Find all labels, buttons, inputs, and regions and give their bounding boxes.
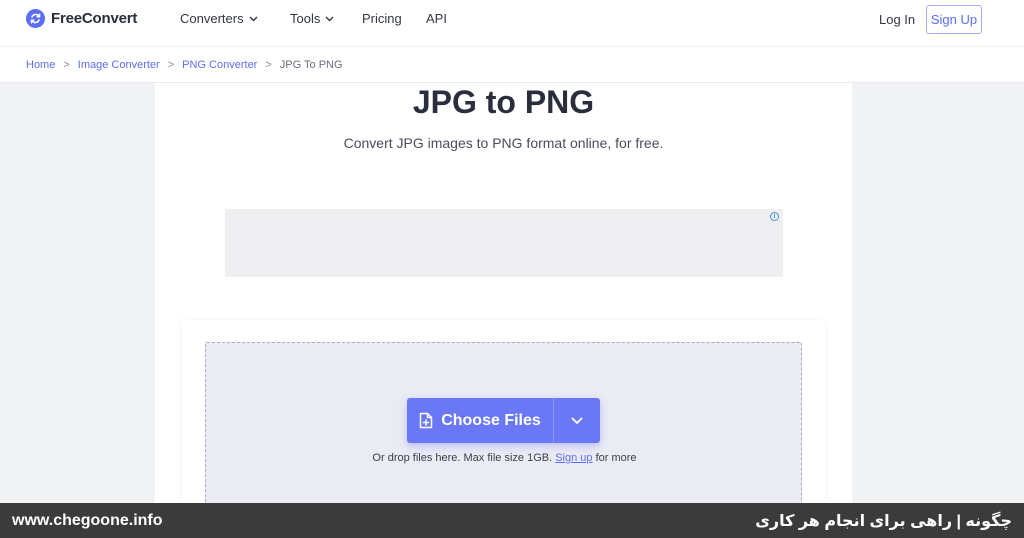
brand-logo[interactable]: FreeConvert xyxy=(26,9,137,28)
chevron-down-icon xyxy=(249,16,258,21)
page-title: JPG to PNG xyxy=(412,84,595,120)
breadcrumb-separator: > xyxy=(63,58,70,71)
drop-hint-suffix: for more xyxy=(595,452,637,464)
breadcrumb-separator: > xyxy=(167,58,175,71)
nav-pricing[interactable]: Pricing xyxy=(362,11,402,26)
nav-api-label: API xyxy=(426,11,447,26)
watermark-site: www.chegoone.info xyxy=(12,511,163,529)
watermark-banner: www.chegoone.info چگونه | راهی برای انجا… xyxy=(0,503,1024,538)
nav-converters[interactable]: Converters xyxy=(180,11,258,26)
login-link[interactable]: Log In xyxy=(879,12,915,27)
breadcrumb: Home > Image Converter > PNG Converter >… xyxy=(0,47,1024,83)
ad-info-icon[interactable]: i xyxy=(770,212,779,221)
nav-tools[interactable]: Tools xyxy=(290,11,334,26)
breadcrumb-home[interactable]: Home xyxy=(26,59,55,71)
brand-name: FreeConvert xyxy=(51,10,138,27)
drop-hint-text: Or drop files here. Max file size 1GB. xyxy=(372,452,553,464)
drop-hint: Or drop files here. Max file size 1GB. S… xyxy=(206,452,803,464)
signup-link[interactable]: Sign up xyxy=(555,452,592,464)
nav-pricing-label: Pricing xyxy=(362,11,402,26)
nav-tools-label: Tools xyxy=(290,11,321,26)
chevron-down-icon xyxy=(325,16,334,21)
breadcrumb-image-converter[interactable]: Image Converter xyxy=(78,59,160,71)
chevron-down-icon xyxy=(571,417,583,424)
upload-panel: Choose Files Or drop files here. Max fil… xyxy=(182,320,825,507)
converter-card: JPG to PNG Convert JPG images to PNG for… xyxy=(155,83,852,507)
nav-api[interactable]: API xyxy=(426,11,447,26)
top-navigation: FreeConvert Converters Tools Pricing API… xyxy=(0,0,1024,47)
watermark-tagline: چگونه | راهی برای انجام هر کاری xyxy=(755,512,1012,530)
choose-files-button[interactable]: Choose Files xyxy=(407,398,553,443)
ad-slot: i xyxy=(225,209,783,277)
breadcrumb-current: JPG To PNG xyxy=(279,58,343,71)
choose-files-group: Choose Files xyxy=(407,398,600,443)
upload-source-dropdown[interactable] xyxy=(554,398,600,443)
choose-files-label: Choose Files xyxy=(441,411,541,429)
page-subtitle: Convert JPG images to PNG format online,… xyxy=(343,135,664,151)
refresh-logo-icon xyxy=(26,9,45,28)
file-plus-icon xyxy=(419,412,433,429)
nav-converters-label: Converters xyxy=(180,11,244,26)
breadcrumb-png-converter[interactable]: PNG Converter xyxy=(182,59,257,71)
file-dropzone[interactable]: Choose Files Or drop files here. Max fil… xyxy=(205,342,802,507)
signup-button[interactable]: Sign Up xyxy=(926,5,982,34)
breadcrumb-separator: > xyxy=(265,58,272,71)
